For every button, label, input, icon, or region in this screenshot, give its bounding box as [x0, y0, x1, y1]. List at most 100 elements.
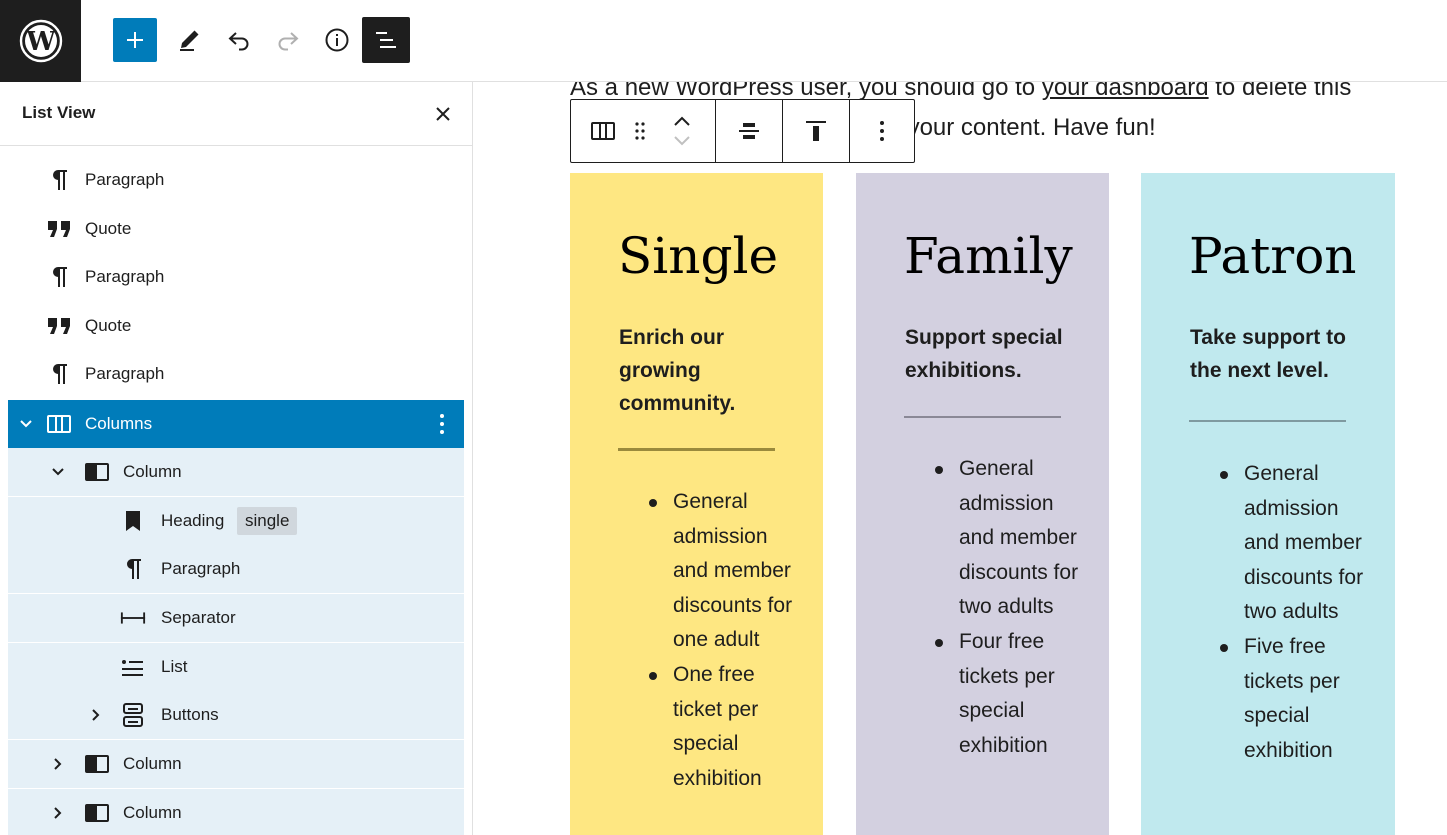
list-item-paragraph[interactable]: Paragraph	[8, 253, 464, 301]
columns-icon	[591, 122, 615, 140]
redo-button[interactable]	[266, 18, 310, 62]
quote-icon	[46, 313, 72, 339]
dashboard-link[interactable]: your dashboard	[1042, 82, 1209, 101]
block-toolbar-group-options	[850, 100, 914, 162]
column-separator	[1189, 420, 1346, 422]
buttons-icon	[120, 702, 146, 728]
block-toolbar-group-align	[716, 100, 783, 162]
list-item-label: Heading	[161, 511, 225, 530]
list-view-toggle-button[interactable]	[362, 17, 410, 63]
list-item-label: Columns	[85, 414, 153, 433]
undo-button[interactable]	[217, 18, 261, 62]
list-view-header: List View	[0, 82, 472, 146]
list-item-label: Column	[123, 803, 182, 822]
list-view-title: List View	[22, 103, 96, 122]
list-item: Five free tickets per special exhibition	[1190, 630, 1365, 768]
benefits-list[interactable]: General admission and member discounts f…	[1190, 457, 1365, 768]
paragraph-icon	[46, 264, 72, 290]
column-separator	[904, 416, 1061, 418]
columns-icon	[46, 411, 72, 437]
add-block-button[interactable]	[113, 18, 157, 62]
list-item-list[interactable]: List	[8, 643, 464, 691]
column-subtitle[interactable]: Enrich our growing community.	[619, 321, 789, 420]
vertical-align-top-icon	[806, 121, 826, 141]
list-item: General admission and member discounts f…	[1190, 457, 1365, 630]
list-view-sidebar: List View Paragraph Quote Paragraph Quot…	[0, 82, 473, 835]
list-item-label: Separator	[161, 608, 236, 627]
list-item-column[interactable]: Column	[8, 448, 464, 496]
drag-handle[interactable]	[625, 100, 655, 162]
separator-icon	[120, 605, 146, 631]
list-item: One free ticket per special exhibition	[619, 658, 794, 796]
list-item-label: Column	[123, 754, 182, 773]
benefits-list[interactable]: General admission and member discounts f…	[905, 452, 1080, 763]
tools-button[interactable]	[168, 18, 212, 62]
editor-top-toolbar: W	[0, 0, 1447, 82]
column-heading[interactable]: Single	[618, 221, 778, 291]
list-item-buttons[interactable]: Buttons	[8, 691, 464, 739]
column-single[interactable]: Single Enrich our growing community. Gen…	[570, 173, 823, 835]
benefits-list[interactable]: General admission and member discounts f…	[619, 485, 794, 796]
list-item-label: Buttons	[161, 705, 219, 724]
list-item-column[interactable]: Column	[8, 740, 464, 788]
list-item-label: List	[161, 657, 188, 676]
wordpress-logo-button[interactable]: W	[0, 0, 81, 82]
column-subtitle[interactable]: Take support to the next level.	[1190, 321, 1360, 387]
list-item-quote[interactable]: Quote	[8, 205, 464, 253]
options-icon[interactable]	[432, 410, 452, 438]
chevron-down-icon[interactable]	[673, 135, 691, 147]
list-item: Four free tickets per special exhibition	[905, 625, 1080, 763]
list-item-separator[interactable]: Separator	[8, 594, 464, 642]
block-type-switcher-button[interactable]	[581, 100, 625, 162]
wordpress-logo-icon: W	[19, 19, 62, 63]
heading-bookmark-icon	[120, 508, 146, 534]
chevron-right-icon[interactable]	[48, 803, 68, 823]
list-item-label: Paragraph	[85, 170, 165, 189]
column-subtitle[interactable]: Support special exhibitions.	[905, 321, 1075, 387]
block-options-button[interactable]	[862, 100, 902, 162]
vertical-align-button[interactable]	[796, 100, 836, 162]
paragraph-icon	[120, 556, 146, 582]
heading-anchor-badge: single	[237, 507, 298, 535]
close-list-view-button[interactable]	[430, 101, 456, 127]
plus-icon	[127, 32, 143, 48]
pencil-icon	[180, 30, 199, 51]
details-button[interactable]	[315, 18, 359, 62]
list-item-heading[interactable]: Heading single	[8, 497, 464, 545]
column-patron[interactable]: Patron Take support to the next level. G…	[1141, 173, 1395, 835]
chevron-right-icon[interactable]	[48, 754, 68, 774]
list-item-paragraph[interactable]: Paragraph	[8, 350, 464, 398]
list-item-label: Paragraph	[85, 267, 165, 286]
chevron-down-icon[interactable]	[16, 414, 36, 434]
column-heading[interactable]: Family	[904, 221, 1073, 291]
align-center-icon	[739, 123, 759, 139]
list-item: General admission and member discounts f…	[905, 452, 1080, 625]
list-item-label: Quote	[85, 316, 132, 335]
block-toolbar	[570, 99, 915, 163]
column-separator	[618, 448, 775, 451]
list-item-columns[interactable]: Columns	[8, 400, 464, 448]
list-item-paragraph[interactable]: Paragraph	[8, 545, 464, 593]
info-icon	[325, 28, 349, 52]
column-family[interactable]: Family Support special exhibitions. Gene…	[856, 173, 1109, 835]
chevron-right-icon[interactable]	[86, 705, 106, 725]
list-item-label: Column	[123, 462, 182, 481]
chevron-down-icon[interactable]	[48, 462, 68, 482]
editor-canvas: As a new WordPress user, you should go t…	[474, 82, 1447, 835]
move-block-buttons[interactable]	[655, 100, 709, 162]
list-item-label: Paragraph	[161, 559, 241, 578]
align-button[interactable]	[729, 100, 769, 162]
block-toolbar-group-vertical-align	[783, 100, 850, 162]
svg-text:W: W	[25, 27, 56, 57]
quote-icon	[46, 216, 72, 242]
block-toolbar-group-transform	[571, 100, 716, 162]
paragraph-icon	[46, 361, 72, 387]
list-view-icon	[376, 32, 396, 48]
list-item-quote[interactable]: Quote	[8, 302, 464, 350]
list-item-paragraph[interactable]: Paragraph	[8, 156, 464, 204]
intro-text: to delete this	[1208, 82, 1352, 101]
chevron-up-icon[interactable]	[673, 115, 691, 127]
list-item-column[interactable]: Column	[8, 789, 464, 835]
list-item-label: Paragraph	[85, 364, 165, 383]
column-heading[interactable]: Patron	[1189, 221, 1357, 291]
